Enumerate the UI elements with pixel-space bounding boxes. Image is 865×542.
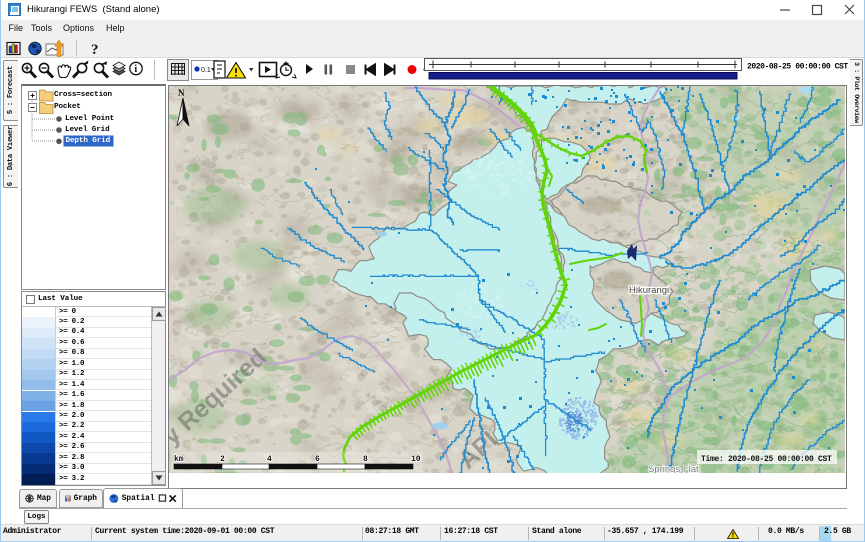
svg-text:6: 6: [315, 455, 320, 464]
svg-text:2020-08-25 00:00:00 CST: 2020-08-25 00:00:00 CST: [747, 63, 848, 72]
svg-text:N: N: [178, 88, 185, 98]
svg-text:km: km: [174, 455, 184, 464]
svg-text:Springs Flat: Springs Flat: [648, 464, 699, 473]
svg-text:2: 2: [220, 455, 225, 464]
svg-text:?: ?: [91, 42, 99, 58]
svg-text:i: i: [134, 64, 137, 75]
svg-text:4: 4: [267, 455, 272, 464]
svg-text:10: 10: [411, 455, 421, 464]
svg-text:Hikurangi: Hikurangi: [629, 285, 669, 296]
svg-text:8: 8: [363, 455, 368, 464]
svg-text:0.1: 0.1: [201, 67, 211, 74]
svg-text:Time: 2020-08-25 00:00:00 CST: Time: 2020-08-25 00:00:00 CST: [701, 455, 832, 464]
